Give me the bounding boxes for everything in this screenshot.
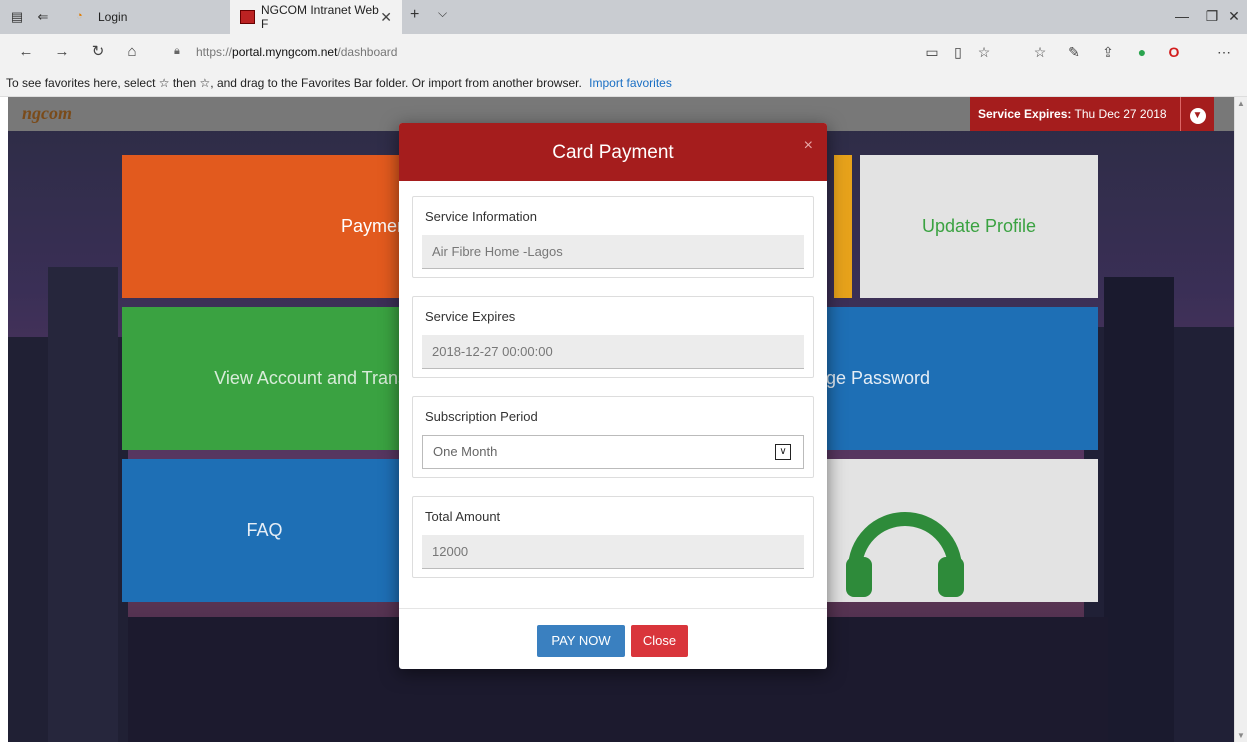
close-button[interactable]: Close bbox=[631, 625, 688, 657]
total-amount-field: 12000 bbox=[422, 535, 804, 569]
address-bar: ← → ↻ ⌂ 🔒︎ https://portal.myngcom.net/da… bbox=[0, 34, 1247, 70]
reading-view-icon[interactable]: ▭ bbox=[922, 43, 942, 61]
tile-change-password[interactable]: ge Password bbox=[826, 307, 1098, 450]
star-icon[interactable]: ☆ bbox=[974, 43, 994, 61]
scroll-down-icon[interactable]: ▼ bbox=[1237, 731, 1245, 740]
more-icon[interactable]: ⋯ bbox=[1214, 43, 1234, 61]
favorites-bar: To see favorites here, select ☆ then ☆, … bbox=[0, 70, 1247, 97]
opera-icon[interactable]: O bbox=[1164, 43, 1184, 61]
tile-payment[interactable]: Paymen bbox=[122, 155, 407, 298]
tab-label: Login bbox=[98, 10, 128, 24]
service-information-field: Air Fibre Home -Lagos bbox=[422, 235, 804, 269]
expires-value: Thu Dec 27 2018 bbox=[1071, 107, 1167, 121]
share-icon[interactable]: ⇪ bbox=[1098, 43, 1118, 61]
pay-now-button[interactable]: PAY NOW bbox=[537, 625, 625, 657]
field-label: Service Expires bbox=[425, 309, 516, 324]
chevron-down-icon: ∨ bbox=[775, 444, 791, 460]
url-path: /dashboard bbox=[337, 45, 398, 59]
restore-icon[interactable]: ❐ bbox=[1200, 8, 1224, 25]
chevron-down-icon: ▼ bbox=[1189, 108, 1206, 124]
tile-orange[interactable] bbox=[834, 155, 852, 298]
set-aside-tabs-icon[interactable]: ⇐ bbox=[34, 8, 52, 26]
favorites-hub-icon[interactable]: ☆ bbox=[1030, 43, 1050, 61]
tile-view-account[interactable]: View Account and Trans bbox=[122, 307, 407, 450]
browser-tab-bar: ▤ ⇐ ◔ Login NGCOM Intranet Web F ✕ + ⌵ —… bbox=[0, 0, 1247, 34]
headphones-icon bbox=[846, 512, 964, 597]
service-expires-badge: Service Expires: Thu Dec 27 2018 bbox=[970, 97, 1180, 131]
refresh-icon[interactable]: ↻ bbox=[88, 43, 108, 61]
favorites-hint: To see favorites here, select ☆ then ☆, … bbox=[6, 76, 582, 90]
forward-icon[interactable]: → bbox=[52, 43, 72, 61]
rss-icon: ◔ bbox=[76, 10, 83, 22]
minimize-icon[interactable]: — bbox=[1170, 8, 1194, 24]
modal-title: Card Payment bbox=[552, 142, 674, 163]
city-background bbox=[1104, 277, 1174, 742]
close-window-icon[interactable]: ✕ bbox=[1222, 8, 1246, 25]
modal-header: Card Payment × bbox=[399, 123, 827, 181]
tile-label: Paymen bbox=[340, 216, 407, 236]
tab-login[interactable]: ◔ Login bbox=[66, 0, 226, 34]
tile-label: View Account and Trans bbox=[214, 368, 407, 388]
tab-preview-icon[interactable]: ▤ bbox=[8, 8, 26, 26]
field-label: Service Information bbox=[425, 209, 537, 224]
tile-support[interactable] bbox=[826, 459, 1098, 602]
grammarly-icon[interactable]: ● bbox=[1132, 43, 1152, 61]
user-menu-toggle[interactable]: ▼ bbox=[1180, 97, 1214, 131]
expires-label: Service Expires: bbox=[978, 107, 1072, 121]
ngcom-favicon-icon bbox=[240, 10, 255, 24]
tile-label: ge Password bbox=[826, 368, 931, 388]
close-icon[interactable]: × bbox=[804, 123, 813, 169]
pen-icon[interactable]: ✎ bbox=[1064, 43, 1084, 61]
select-value: One Month bbox=[433, 444, 498, 459]
tile-label: FAQ bbox=[246, 520, 283, 540]
chevron-down-icon[interactable]: ⌵ bbox=[438, 6, 447, 21]
lock-icon: 🔒︎ bbox=[174, 45, 180, 57]
field-label: Subscription Period bbox=[425, 409, 538, 424]
modal-footer: PAY NOW Close bbox=[399, 608, 827, 669]
close-tab-icon[interactable]: ✕ bbox=[380, 9, 392, 26]
book-icon[interactable]: ▯ bbox=[948, 43, 968, 61]
tile-update-profile[interactable]: Update Profile bbox=[860, 155, 1098, 298]
site-logo[interactable]: ngcom bbox=[22, 103, 72, 124]
back-icon[interactable]: ← bbox=[16, 43, 36, 61]
city-background bbox=[48, 267, 118, 742]
subscription-period-select[interactable]: One Month ∨ bbox=[422, 435, 804, 469]
card-payment-modal: Card Payment × Service Information Air F… bbox=[399, 123, 827, 669]
tile-label: Update Profile bbox=[921, 216, 1037, 236]
service-expires-field: 2018-12-27 00:00:00 bbox=[422, 335, 804, 369]
total-amount-group: Total Amount 12000 bbox=[412, 496, 814, 578]
url-scheme: https:// bbox=[196, 45, 233, 59]
field-label: Total Amount bbox=[425, 509, 501, 524]
url-input[interactable]: 🔒︎ https://portal.myngcom.net/dashboard bbox=[166, 39, 896, 65]
import-favorites-link[interactable]: Import favorites bbox=[589, 76, 672, 90]
subscription-period-group: Subscription Period One Month ∨ bbox=[412, 396, 814, 478]
tab-ngcom-intranet[interactable]: NGCOM Intranet Web F ✕ bbox=[230, 0, 402, 34]
service-expires-group: Service Expires 2018-12-27 00:00:00 bbox=[412, 296, 814, 378]
url-host: portal.myngcom.net bbox=[232, 45, 338, 59]
scroll-up-icon[interactable]: ▲ bbox=[1237, 99, 1245, 108]
tab-label: NGCOM Intranet Web F bbox=[261, 3, 379, 31]
new-tab-icon[interactable]: + bbox=[410, 6, 419, 24]
home-icon[interactable]: ⌂ bbox=[122, 43, 142, 61]
service-information-group: Service Information Air Fibre Home -Lago… bbox=[412, 196, 814, 278]
page-scrollbar[interactable]: ▲ ▼ bbox=[1234, 97, 1247, 742]
tile-faq[interactable]: FAQ bbox=[122, 459, 407, 602]
